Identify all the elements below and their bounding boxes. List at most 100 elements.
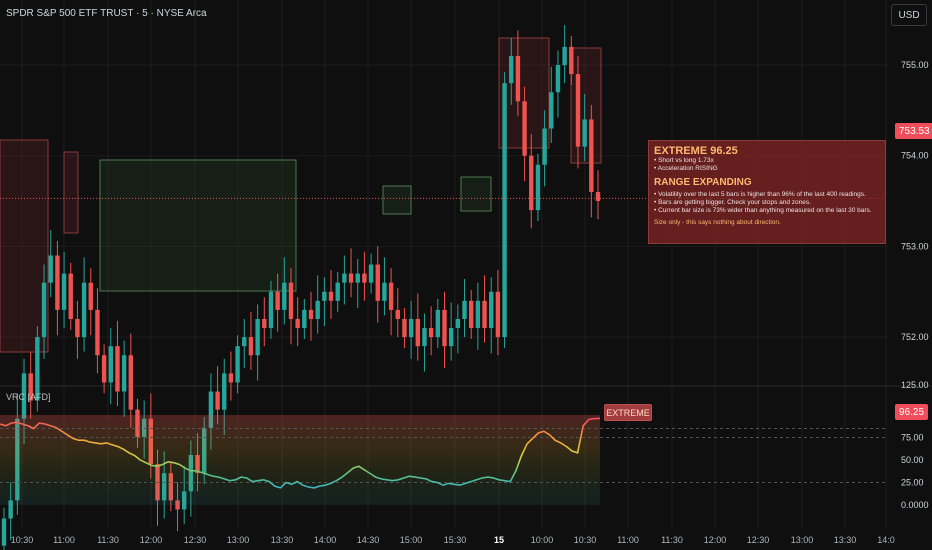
candle-body (255, 318, 260, 356)
candle-body (328, 291, 334, 301)
candle-body (575, 74, 581, 147)
info-detail: • Volatility over the last 5 bars is hig… (654, 191, 866, 198)
x-tick-label: 12:30 (184, 535, 207, 545)
candle-body (402, 318, 407, 338)
candle-body (529, 155, 534, 211)
candle-body (382, 282, 387, 301)
y-tick-label: 755.00 (901, 60, 929, 70)
candle-body (81, 282, 87, 338)
candle-body (509, 55, 514, 84)
candle-body (549, 92, 554, 129)
candle-body (542, 128, 547, 165)
candle-body (242, 337, 247, 347)
indicator-value-tag: 96.25 (895, 404, 929, 420)
x-tick-label: 13:00 (227, 535, 250, 545)
candle-body (322, 291, 327, 301)
x-tick-label: 10:30 (11, 535, 34, 545)
candle-body (388, 282, 394, 310)
indicator-y-tick: 50.00 (901, 455, 924, 465)
candle-body (342, 273, 347, 283)
x-tick-label: 12:00 (140, 535, 163, 545)
x-tick-label: 14:30 (357, 535, 380, 545)
candle-body (495, 291, 501, 338)
x-tick-label: 12:00 (704, 535, 727, 545)
x-tick-label: 11:00 (617, 535, 639, 545)
x-tick-label: 11:00 (53, 535, 75, 545)
candle-body (555, 65, 561, 93)
info-bullet: • Acceleration RISING (654, 165, 718, 172)
candle-body (288, 282, 294, 319)
candle-body (428, 328, 434, 338)
candle-body (355, 273, 360, 283)
candle-body (222, 373, 227, 410)
candle-body (435, 309, 441, 338)
info-detail: • Current bar size is 73% wider than any… (654, 207, 872, 214)
zone-box (0, 139, 49, 353)
candle-body (282, 282, 287, 310)
candle-body (522, 101, 527, 156)
price-chart[interactable]: 755.00 754.00 753.00 752.00 125.00 75.00 50.00… (0, 0, 932, 550)
x-tick-label: 10:30 (574, 535, 597, 545)
candle-body (55, 255, 60, 310)
candle-body (375, 264, 380, 301)
candle-body (115, 346, 120, 392)
candle-body (121, 355, 127, 392)
x-tick-label: 12:30 (747, 535, 770, 545)
info-bullet: • Short vs long 1.73x (654, 157, 714, 164)
candle-body (228, 373, 234, 383)
candle-body (41, 282, 47, 338)
x-tick-label: 15 (494, 535, 504, 545)
zone-box (460, 176, 492, 212)
zone-box (99, 159, 297, 292)
candle-body (482, 300, 487, 329)
zone-box (63, 151, 79, 234)
candle-body (108, 346, 113, 383)
candle-body (128, 355, 134, 410)
candle-body (489, 291, 494, 329)
candle-body (408, 318, 414, 338)
x-tick-label: 11:30 (97, 535, 119, 545)
y-tick-label: 753.00 (901, 241, 929, 251)
x-tick-label: 13:30 (271, 535, 294, 545)
candle-body (468, 300, 474, 329)
candle-body (442, 309, 447, 347)
candle-body (535, 164, 541, 211)
indicator-title[interactable]: VRC [AFD] (6, 392, 51, 402)
candle-body (422, 328, 427, 347)
candle-body (348, 273, 354, 283)
candle-body (515, 55, 521, 102)
y-tick-label: 752.00 (901, 332, 929, 342)
candle-body (88, 282, 93, 310)
candle-body (308, 309, 314, 319)
candle-body (48, 255, 53, 283)
candle-body (1, 518, 7, 546)
currency-button[interactable]: USD (891, 4, 927, 26)
candle-body (302, 309, 307, 329)
y-tick-label: 754.00 (901, 151, 929, 161)
candle-body (262, 318, 267, 329)
x-tick-label: 10:00 (531, 535, 554, 545)
candle-body (502, 83, 507, 338)
candle-body (268, 291, 274, 329)
candle-body (455, 318, 461, 329)
info-subhead: RANGE EXPANDING (654, 177, 752, 188)
candle-body (475, 300, 481, 329)
candle-body (448, 328, 454, 347)
candle-body (61, 273, 67, 310)
x-tick-label: 13:00 (791, 535, 814, 545)
zone-box (382, 185, 412, 215)
x-tick-label: 14:0 (877, 535, 895, 545)
candle-body (315, 300, 320, 319)
info-headline: EXTREME 96.25 (654, 145, 738, 157)
candle-body (101, 355, 107, 383)
x-tick-label: 15:30 (444, 535, 467, 545)
volatility-info-box: EXTREME 96.25 • Short vs long 1.73x • Ac… (648, 140, 886, 244)
candle-body (68, 273, 73, 319)
extreme-state-tag: EXTREME (604, 404, 652, 421)
candle-body (368, 264, 374, 283)
symbol-title[interactable]: SPDR S&P 500 ETF TRUST · 5 · NYSE Arca (6, 8, 207, 19)
candle-body (335, 282, 340, 301)
info-footnote: Size only - this says nothing about dire… (654, 219, 781, 226)
candle-body (235, 346, 240, 383)
candle-body (95, 309, 100, 356)
